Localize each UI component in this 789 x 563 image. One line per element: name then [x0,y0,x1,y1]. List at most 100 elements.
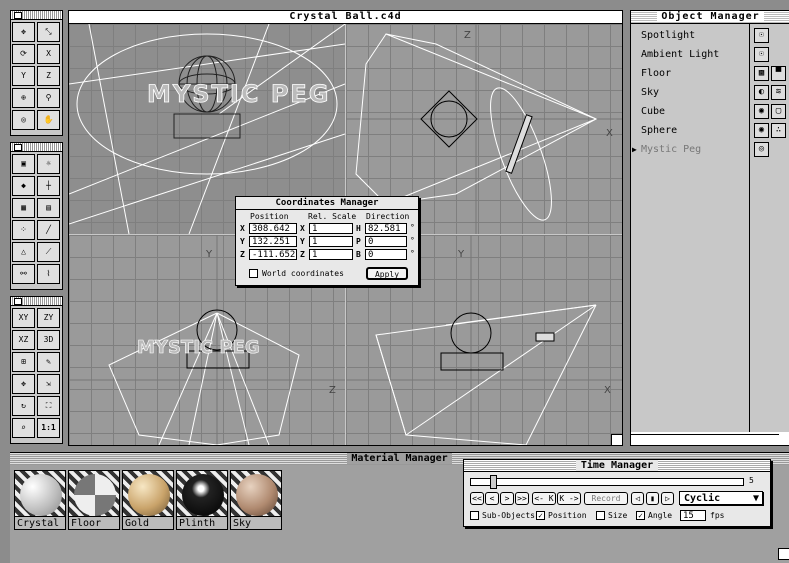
previous-frame-button[interactable]: < [485,492,499,505]
material-tag-icon[interactable]: ◉ [754,104,769,119]
rotate-objects-icon[interactable]: ⟳ [12,44,35,64]
mouse-icon[interactable]: ✋ [37,110,60,130]
scale-x-field[interactable]: 1 [309,223,353,234]
world-coordinates-checkbox[interactable] [249,269,258,278]
texture-tag-icon[interactable]: ▢ [771,104,786,119]
angle-checkbox[interactable]: ✓ [636,511,645,520]
light-tag-icon[interactable]: ☉ [754,47,769,62]
apply-button[interactable]: Apply [366,267,408,280]
scale-y-field[interactable]: 1 [309,236,353,247]
scale-objects-icon[interactable]: ⤡ [37,22,60,42]
palette-close-box[interactable] [14,298,22,305]
object-row-sky[interactable]: Sky [631,83,749,102]
material-swatch-crystal[interactable]: Crystal [14,470,66,530]
scale-z-field[interactable]: 1 [309,249,353,260]
deform-icon[interactable]: ⌇ [37,264,60,284]
view-zy-icon[interactable]: ZY [37,308,60,328]
material-swatch-gold[interactable]: Gold [122,470,174,530]
direction-p-field[interactable]: 0 [365,236,407,247]
light-view-icon[interactable]: ☼ [37,154,60,174]
object-row-spotlight[interactable]: Spotlight [631,26,749,45]
texture-tag-icon[interactable]: ∴ [771,123,786,138]
texture-tag-icon[interactable]: ▩ [754,66,769,81]
position-x-field[interactable]: 308.642 [249,223,297,234]
sub-objects-checkbox[interactable] [470,511,479,520]
scale-view-icon[interactable]: ⇲ [37,374,60,394]
time-manager-title-bar[interactable]: Time Manager [464,460,770,472]
point-tool-icon[interactable]: ⁘ [12,220,35,240]
view-xy-icon[interactable]: XY [12,308,35,328]
palette-drag-bar[interactable] [11,11,62,20]
object-row-mystic-peg[interactable]: ▶ Mystic Peg [631,140,749,159]
position-y-field[interactable]: 132.251 [249,236,297,247]
material-tag-icon[interactable]: ◐ [754,85,769,100]
view-xz-icon[interactable]: XZ [12,330,35,350]
four-views-icon[interactable]: ⊞ [12,352,35,372]
move-view-icon[interactable]: ✥ [12,374,35,394]
material-tag-icon[interactable]: ◎ [754,142,769,157]
object-row-sphere[interactable]: Sphere [631,121,749,140]
camera-view-icon[interactable]: ▣ [12,154,35,174]
window-title-bar[interactable]: Crystal Ball.c4d [69,11,622,24]
resize-handle[interactable] [778,548,789,560]
triangle-right-icon[interactable]: ▶ [632,140,637,159]
palette-close-box[interactable] [14,144,22,151]
palette-drag-bar[interactable] [11,143,62,152]
edge-tool-icon[interactable]: ╱ [37,220,60,240]
dialog-title[interactable]: Coordinates Manager [236,197,418,210]
previous-key-button[interactable]: <- K [532,492,556,505]
time-slider-track[interactable] [470,478,744,486]
inverse-kinematics-icon[interactable]: ⚯ [12,264,35,284]
magnifier-icon[interactable]: ⌕ [12,418,35,438]
lock-z-icon[interactable]: Z [37,66,60,86]
play-forward-button[interactable]: ▷ [661,492,674,505]
object-row-cube[interactable]: Cube [631,102,749,121]
go-to-end-button[interactable]: >> [515,492,529,505]
object-tool-icon[interactable]: ◆ [12,176,35,196]
next-frame-button[interactable]: > [500,492,514,505]
polygon-tool-icon[interactable]: △ [12,242,35,262]
texture-tag-icon[interactable]: ≋ [771,85,786,100]
rotate-view-icon[interactable]: ↻ [12,396,35,416]
texture-tag-icon[interactable]: ▀ [771,66,786,81]
world-axis-icon[interactable]: ⚲ [37,88,60,108]
lock-y-icon[interactable]: Y [12,66,35,86]
material-tag-icon[interactable]: ◉ [754,123,769,138]
fps-input[interactable]: 15 [680,510,706,521]
material-swatch-plinth[interactable]: Plinth [176,470,228,530]
palette-close-box[interactable] [14,12,22,19]
direction-b-field[interactable]: 0 [365,249,407,260]
texture-tool-icon[interactable]: ▦ [12,198,35,218]
material-swatch-sky[interactable]: Sky [230,470,282,530]
texture-axis-icon[interactable]: ▤ [37,198,60,218]
object-row-floor[interactable]: Floor [631,64,749,83]
size-checkbox[interactable] [596,511,605,520]
resize-handle[interactable] [611,434,622,445]
pencil-icon[interactable]: ✎ [37,352,60,372]
view-3d-icon[interactable]: 3D [37,330,60,350]
object-row-ambient-light[interactable]: Ambient Light [631,45,749,64]
position-z-field[interactable]: -111.652 [249,249,297,260]
horizontal-scrollbar[interactable] [631,434,779,445]
move-objects-icon[interactable]: ✥ [12,22,35,42]
direction-h-field[interactable]: 82.581 [365,223,407,234]
play-backward-button[interactable]: ◁ [631,492,644,505]
playback-mode-select[interactable]: Cyclic ▼ [679,491,763,505]
lock-x-icon[interactable]: X [37,44,60,64]
go-to-start-button[interactable]: << [470,492,484,505]
axis-tool-icon[interactable]: ┼ [37,176,60,196]
light-tag-icon[interactable]: ☉ [754,28,769,43]
one-to-one-icon[interactable]: 1:1 [37,418,60,438]
bone-tool-icon[interactable]: ⟋ [37,242,60,262]
next-key-button[interactable]: K -> [557,492,581,505]
stop-button[interactable]: ▮ [646,492,659,505]
object-manager-title-bar[interactable]: Object Manager [631,11,789,24]
material-swatch-floor[interactable]: Floor [68,470,120,530]
record-button[interactable]: Record [584,492,628,505]
palette-drag-bar[interactable] [11,297,62,306]
object-axis-icon[interactable]: ⊕ [12,88,35,108]
position-checkbox[interactable]: ✓ [536,511,545,520]
time-slider-thumb[interactable] [490,475,497,489]
fit-view-icon[interactable]: ⛶ [37,396,60,416]
camera-icon[interactable]: ◎ [12,110,35,130]
